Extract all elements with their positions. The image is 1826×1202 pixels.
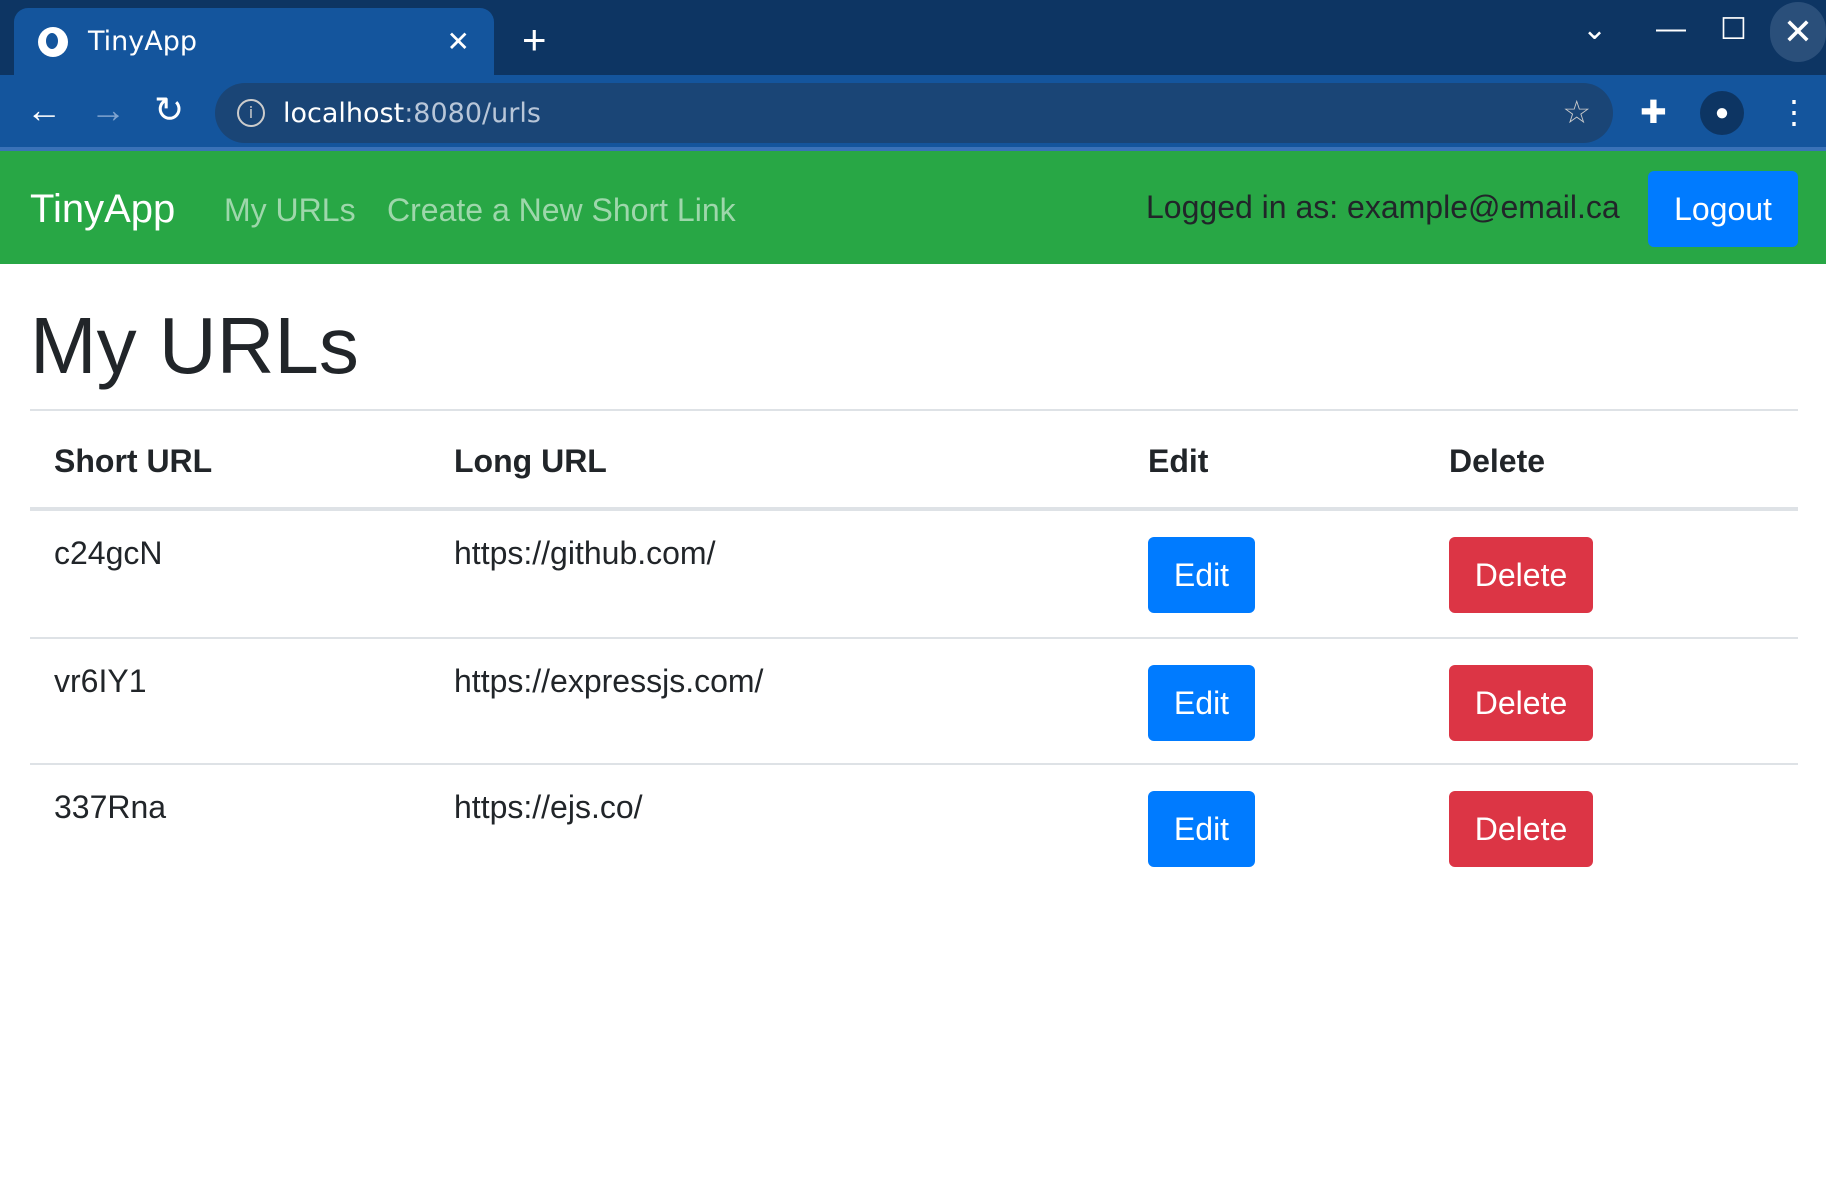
edit-button[interactable]: Edit (1148, 791, 1255, 867)
maximize-icon[interactable]: ☐ (1720, 12, 1747, 47)
brand-link[interactable]: TinyApp (30, 187, 175, 232)
short-url: 337Rna (54, 789, 167, 825)
forward-icon[interactable]: → (90, 89, 126, 131)
browser-toolbar: ← → ↻ i localhost:8080/urls ☆ ✚ ● ⋮ (0, 75, 1826, 151)
header-delete: Delete (1449, 443, 1546, 479)
reload-icon[interactable]: ↻ (154, 89, 184, 131)
delete-button[interactable]: Delete (1449, 537, 1593, 613)
close-tab-icon[interactable]: ✕ (447, 25, 470, 58)
table-row: vr6IY1 https://expressjs.com/ Edit Delet… (30, 637, 1798, 763)
nav-my-urls[interactable]: My URLs (224, 192, 356, 229)
table-row: c24gcN https://github.com/ Edit Delete (30, 511, 1798, 637)
edit-button[interactable]: Edit (1148, 665, 1255, 741)
header-short-url: Short URL (54, 443, 213, 479)
tab-title: TinyApp (88, 26, 198, 57)
long-url: https://github.com/ (454, 535, 716, 571)
delete-button[interactable]: Delete (1449, 665, 1593, 741)
new-tab-icon[interactable]: + (522, 16, 547, 64)
menu-icon[interactable]: ⋮ (1778, 93, 1810, 131)
tab-search-icon[interactable]: ⌄ (1582, 12, 1607, 47)
navbar: TinyApp My URLs Create a New Short Link … (0, 151, 1826, 264)
globe-icon (38, 26, 68, 57)
logged-in-text: Logged in as: example@email.ca (1146, 189, 1620, 225)
long-url: https://ejs.co/ (454, 789, 643, 825)
delete-button[interactable]: Delete (1449, 791, 1593, 867)
browser-tab[interactable]: TinyApp ✕ (14, 8, 494, 75)
page-title: My URLs (30, 301, 359, 390)
header-edit: Edit (1148, 443, 1209, 479)
info-icon[interactable]: i (237, 99, 265, 127)
profile-icon[interactable]: ● (1700, 91, 1744, 135)
logout-button[interactable]: Logout (1648, 171, 1798, 247)
url-path: :8080/urls (404, 97, 541, 129)
table-header: Short URL Long URL Edit Delete (30, 411, 1798, 511)
header-long-url: Long URL (454, 443, 607, 479)
edit-button[interactable]: Edit (1148, 537, 1255, 613)
nav-create-link[interactable]: Create a New Short Link (387, 192, 736, 229)
url-host: localhost (283, 97, 405, 129)
table-row: 337Rna https://ejs.co/ Edit Delete (30, 763, 1798, 889)
short-url: c24gcN (54, 535, 163, 571)
short-url: vr6IY1 (54, 663, 147, 699)
back-icon[interactable]: ← (26, 89, 62, 131)
minimize-icon[interactable]: — (1656, 12, 1686, 46)
bookmark-star-icon[interactable]: ☆ (1562, 93, 1591, 131)
close-window-icon[interactable]: ✕ (1770, 2, 1826, 62)
long-url: https://expressjs.com/ (454, 663, 764, 699)
extensions-icon[interactable]: ✚ (1640, 93, 1667, 131)
browser-tab-bar: TinyApp ✕ + ⌄ — ☐ ✕ (0, 0, 1826, 75)
address-bar[interactable]: i localhost:8080/urls ☆ (215, 83, 1613, 143)
urls-table: Short URL Long URL Edit Delete c24gcN ht… (30, 409, 1798, 889)
